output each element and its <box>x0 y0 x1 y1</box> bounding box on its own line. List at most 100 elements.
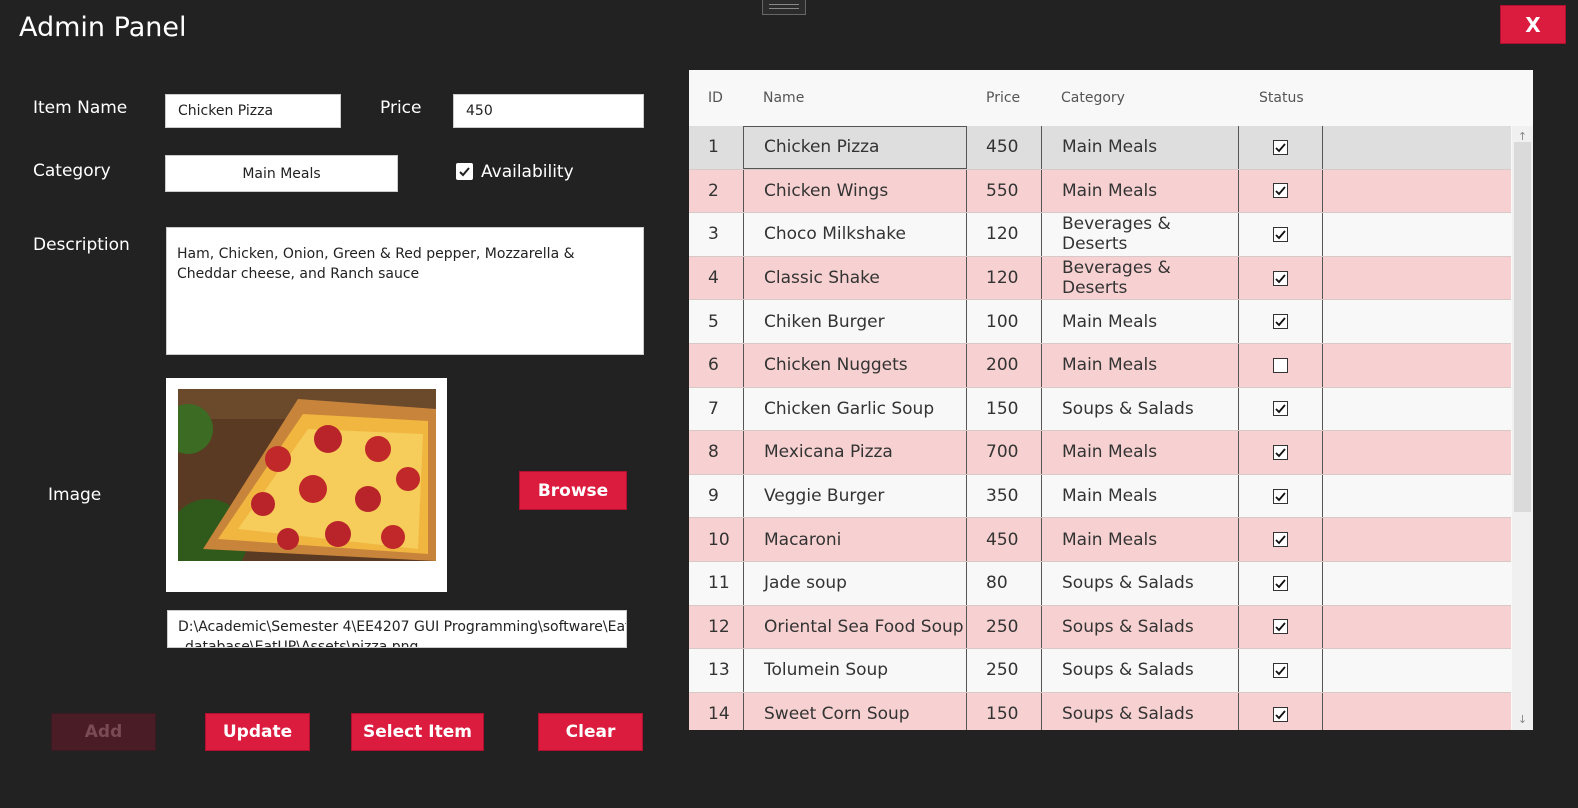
table-row[interactable]: 1 Chicken Pizza 450 Main Meals <box>689 126 1511 170</box>
cell-id[interactable]: 2 <box>689 170 743 213</box>
cell-category[interactable]: Soups & Salads <box>1041 692 1239 730</box>
header-id[interactable]: ID <box>708 90 723 106</box>
browse-button[interactable]: Browse <box>519 471 627 510</box>
cell-category[interactable]: Main Meals <box>1041 126 1239 169</box>
cell-id[interactable]: 11 <box>689 562 743 605</box>
status-checkbox[interactable] <box>1273 444 1288 460</box>
cell-status[interactable] <box>1239 561 1323 605</box>
cell-name[interactable]: Chicken Wings <box>743 169 967 213</box>
status-checkbox[interactable] <box>1273 662 1288 678</box>
cell-category[interactable]: Soups & Salads <box>1041 649 1239 692</box>
cell-category[interactable]: Main Meals <box>1041 300 1239 343</box>
header-category[interactable]: Category <box>1061 90 1125 106</box>
table-row[interactable]: 7 Chicken Garlic Soup 150 Soups & Salads <box>689 387 1511 432</box>
cell-category[interactable]: Main Meals <box>1041 474 1239 518</box>
cell-category[interactable]: Main Meals <box>1041 431 1239 474</box>
cell-status[interactable] <box>1239 692 1323 730</box>
price-input[interactable]: 450 <box>453 94 644 128</box>
cell-id[interactable]: 12 <box>689 606 743 649</box>
cell-status[interactable] <box>1239 256 1323 300</box>
cell-name[interactable]: Sweet Corn Soup <box>743 692 967 730</box>
cell-name[interactable]: Veggie Burger <box>743 474 967 518</box>
cell-price[interactable]: 350 <box>967 475 1041 518</box>
status-checkbox[interactable] <box>1273 532 1288 548</box>
cell-name[interactable]: Chicken Nuggets <box>743 343 967 387</box>
vertical-scrollbar[interactable]: ↑ ↓ <box>1512 126 1533 730</box>
status-checkbox[interactable] <box>1273 183 1288 199</box>
table-row[interactable]: 13 Tolumein Soup 250 Soups & Salads <box>689 649 1511 693</box>
table-row[interactable]: 9 Veggie Burger 350 Main Meals <box>689 474 1511 519</box>
select-item-button[interactable]: Select Item <box>351 713 484 751</box>
header-name[interactable]: Name <box>763 90 804 106</box>
status-checkbox[interactable] <box>1273 139 1288 155</box>
cell-price[interactable]: 80 <box>967 562 1041 605</box>
scroll-down-icon[interactable]: ↓ <box>1512 713 1533 726</box>
cell-price[interactable]: 120 <box>967 257 1041 300</box>
cell-id[interactable]: 14 <box>689 693 743 730</box>
cell-name[interactable]: Macaroni <box>743 518 967 561</box>
cell-id[interactable]: 9 <box>689 475 743 518</box>
cell-price[interactable]: 150 <box>967 388 1041 431</box>
table-row[interactable]: 12 Oriental Sea Food Soup 250 Soups & Salad… <box>689 605 1511 650</box>
cell-status[interactable] <box>1239 387 1323 431</box>
cell-category[interactable]: Beverages & Deserts <box>1041 213 1239 256</box>
table-row[interactable]: 3 Choco Milkshake 120 Beverages & Deserts <box>689 213 1511 257</box>
image-path-input[interactable]: D:\Academic\Semester 4\EE4207 GUI Progra… <box>167 610 627 648</box>
cell-name[interactable]: Mexicana Pizza <box>743 431 967 474</box>
header-price[interactable]: Price <box>986 90 1020 106</box>
status-checkbox[interactable] <box>1273 619 1288 635</box>
cell-id[interactable]: 5 <box>689 300 743 343</box>
cell-name[interactable]: Classic Shake <box>743 256 967 300</box>
cell-category[interactable]: Main Meals <box>1041 343 1239 387</box>
cell-price[interactable]: 120 <box>967 213 1041 256</box>
header-status[interactable]: Status <box>1259 90 1304 106</box>
cell-category[interactable]: Soups & Salads <box>1041 605 1239 649</box>
cell-id[interactable]: 8 <box>689 431 743 474</box>
cell-status[interactable] <box>1239 343 1323 387</box>
table-row[interactable]: 14 Sweet Corn Soup 150 Soups & Salads <box>689 692 1511 730</box>
category-input[interactable]: Main Meals <box>165 155 398 192</box>
cell-price[interactable]: 550 <box>967 170 1041 213</box>
cell-price[interactable]: 250 <box>967 649 1041 692</box>
add-button[interactable]: Add <box>51 713 156 751</box>
items-grid[interactable]: ID Name Price Category Status 1 Chicken P… <box>689 70 1533 730</box>
cell-status[interactable] <box>1239 126 1323 169</box>
status-checkbox[interactable] <box>1273 575 1288 591</box>
cell-category[interactable]: Soups & Salads <box>1041 387 1239 431</box>
cell-price[interactable]: 100 <box>967 300 1041 343</box>
drag-handle[interactable] <box>762 0 806 15</box>
availability-checkbox[interactable] <box>456 163 473 180</box>
status-checkbox[interactable] <box>1273 226 1288 242</box>
cell-price[interactable]: 250 <box>967 606 1041 649</box>
status-checkbox[interactable] <box>1273 706 1288 722</box>
cell-name[interactable]: Choco Milkshake <box>743 213 967 256</box>
cell-status[interactable] <box>1239 169 1323 213</box>
cell-id[interactable]: 1 <box>689 126 743 169</box>
update-button[interactable]: Update <box>205 713 310 751</box>
status-checkbox[interactable] <box>1273 488 1288 504</box>
cell-category[interactable]: Soups & Salads <box>1041 561 1239 605</box>
table-row[interactable]: 11 Jade soup 80 Soups & Salads <box>689 561 1511 606</box>
cell-name[interactable]: Jade soup <box>743 561 967 605</box>
status-checkbox[interactable] <box>1273 314 1288 330</box>
cell-name[interactable]: Chicken Garlic Soup <box>743 387 967 431</box>
cell-name[interactable]: Chiken Burger <box>743 300 967 343</box>
cell-status[interactable] <box>1239 431 1323 474</box>
table-row[interactable]: 5 Chiken Burger 100 Main Meals <box>689 300 1511 344</box>
cell-status[interactable] <box>1239 605 1323 649</box>
cell-price[interactable]: 700 <box>967 431 1041 474</box>
cell-id[interactable]: 6 <box>689 344 743 387</box>
table-row[interactable]: 6 Chicken Nuggets 200 Main Meals <box>689 343 1511 388</box>
table-row[interactable]: 10 Macaroni 450 Main Meals <box>689 518 1511 562</box>
cell-id[interactable]: 10 <box>689 518 743 561</box>
close-button[interactable]: X <box>1500 5 1566 44</box>
status-checkbox[interactable] <box>1273 401 1288 417</box>
status-checkbox[interactable] <box>1273 357 1288 373</box>
description-textarea[interactable]: Ham, Chicken, Onion, Green & Red pepper,… <box>166 227 644 355</box>
table-row[interactable]: 2 Chicken Wings 550 Main Meals <box>689 169 1511 214</box>
status-checkbox[interactable] <box>1273 270 1288 286</box>
cell-status[interactable] <box>1239 518 1323 561</box>
cell-id[interactable]: 3 <box>689 213 743 256</box>
cell-id[interactable]: 7 <box>689 388 743 431</box>
cell-name[interactable]: Oriental Sea Food Soup <box>743 605 967 649</box>
